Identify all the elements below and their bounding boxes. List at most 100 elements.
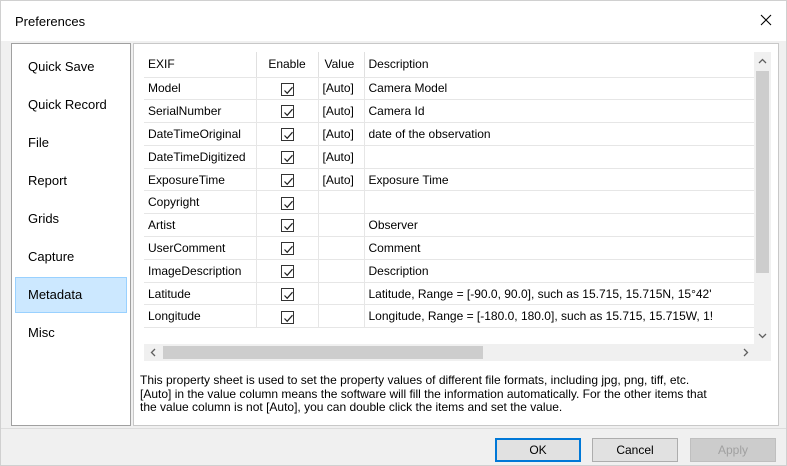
nav-item-capture[interactable]: Capture	[15, 239, 127, 275]
scroll-right-button[interactable]	[737, 344, 754, 361]
enable-checkbox[interactable]	[280, 264, 294, 278]
table-row[interactable]: SerialNumber [Auto] Camera Id	[144, 99, 754, 124]
close-button[interactable]	[750, 5, 782, 35]
chevron-up-icon	[758, 58, 767, 63]
description-cell[interactable]	[364, 145, 754, 169]
vertical-scrollbar[interactable]	[754, 52, 771, 344]
nav-item-metadata[interactable]: Metadata	[15, 277, 127, 313]
description-cell[interactable]: date of the observation	[364, 122, 754, 146]
value-cell[interactable]	[318, 236, 365, 260]
enable-checkbox[interactable]	[280, 105, 294, 119]
table-row[interactable]: Artist Observer	[144, 213, 754, 238]
enable-checkbox[interactable]	[280, 128, 294, 142]
scroll-down-button[interactable]	[754, 327, 771, 344]
cancel-button[interactable]: Cancel	[592, 438, 678, 462]
exif-name-cell[interactable]: Copyright	[144, 190, 257, 215]
vertical-scroll-thumb[interactable]	[756, 71, 769, 273]
table-row[interactable]: DateTimeDigitized [Auto]	[144, 145, 754, 169]
exif-name-cell[interactable]: DateTimeOriginal	[144, 122, 257, 146]
apply-button[interactable]: Apply	[690, 438, 776, 462]
column-header-value[interactable]: Value	[318, 52, 365, 78]
value-cell[interactable]: [Auto]	[318, 168, 365, 192]
description-cell[interactable]	[364, 190, 754, 215]
horizontal-scrollbar[interactable]	[144, 344, 754, 361]
category-list: Quick Save Quick Record File Report Grid…	[11, 43, 131, 426]
value-cell[interactable]	[318, 213, 365, 238]
ok-button[interactable]: OK	[495, 438, 581, 462]
exif-property-grid: EXIF Enable Value Description Model [Auto…	[144, 52, 754, 344]
enable-checkbox[interactable]	[280, 219, 294, 233]
close-icon	[760, 14, 772, 26]
preferences-dialog: Preferences Quick Save Quick Record File…	[0, 0, 787, 466]
description-cell[interactable]: Longitude, Range = [-180.0, 180.0], such…	[364, 304, 754, 329]
value-cell[interactable]	[318, 282, 365, 306]
chevron-left-icon	[150, 348, 155, 357]
checkmark-icon	[283, 200, 293, 208]
table-header-row: EXIF Enable Value Description	[144, 52, 754, 78]
value-cell[interactable]	[318, 304, 365, 329]
enable-cell	[256, 282, 319, 306]
footer-divider	[1, 428, 786, 429]
enable-cell	[256, 122, 319, 146]
enable-cell	[256, 77, 319, 101]
table-row[interactable]: ImageDescription Description	[144, 259, 754, 283]
table-row[interactable]: Longitude Longitude, Range = [-180.0, 180…	[144, 304, 754, 329]
exif-name-cell[interactable]: Artist	[144, 213, 257, 238]
enable-checkbox[interactable]	[280, 310, 294, 324]
exif-name-cell[interactable]: Latitude	[144, 282, 257, 306]
exif-name-cell[interactable]: SerialNumber	[144, 99, 257, 124]
enable-cell	[256, 168, 319, 192]
enable-checkbox[interactable]	[280, 82, 294, 96]
description-cell[interactable]: Observer	[364, 213, 754, 238]
table-row[interactable]: ExposureTime [Auto] Exposure Time	[144, 168, 754, 192]
enable-checkbox[interactable]	[280, 150, 294, 164]
description-cell[interactable]: Comment	[364, 236, 754, 260]
chevron-down-icon	[758, 333, 767, 338]
nav-item-grids[interactable]: Grids	[15, 201, 127, 237]
column-header-description[interactable]: Description	[364, 52, 754, 78]
enable-checkbox[interactable]	[280, 242, 294, 256]
horizontal-scroll-thumb[interactable]	[163, 346, 483, 359]
table-row[interactable]: DateTimeOriginal [Auto] date of the observ…	[144, 122, 754, 146]
chevron-right-icon	[743, 348, 748, 357]
table-row[interactable]: Latitude Latitude, Range = [-90.0, 90.0],…	[144, 282, 754, 306]
table-row[interactable]: Model [Auto] Camera Model	[144, 77, 754, 101]
enable-checkbox[interactable]	[280, 287, 294, 301]
table-row[interactable]: UserComment Comment	[144, 236, 754, 260]
description-cell[interactable]: Camera Model	[364, 77, 754, 101]
exif-name-cell[interactable]: Model	[144, 77, 257, 101]
value-cell[interactable]	[318, 190, 365, 215]
help-text: This property sheet is used to set the p…	[140, 373, 707, 415]
window-title: Preferences	[15, 14, 86, 29]
value-cell[interactable]: [Auto]	[318, 99, 365, 124]
nav-item-misc[interactable]: Misc	[15, 315, 127, 351]
column-header-enable[interactable]: Enable	[256, 52, 319, 78]
enable-cell	[256, 213, 319, 238]
exif-name-cell[interactable]: DateTimeDigitized	[144, 145, 257, 169]
description-cell[interactable]: Description	[364, 259, 754, 283]
column-header-exif[interactable]: EXIF	[144, 52, 257, 78]
description-cell[interactable]: Camera Id	[364, 99, 754, 124]
value-cell[interactable]: [Auto]	[318, 77, 365, 101]
value-cell[interactable]: [Auto]	[318, 122, 365, 146]
value-cell[interactable]: [Auto]	[318, 145, 365, 169]
enable-cell	[256, 145, 319, 169]
description-cell[interactable]: Latitude, Range = [-90.0, 90.0], such as…	[364, 282, 754, 306]
exif-name-cell[interactable]: ExposureTime	[144, 168, 257, 192]
nav-item-file[interactable]: File	[15, 125, 127, 161]
checkmark-icon	[283, 223, 293, 231]
exif-name-cell[interactable]: Longitude	[144, 304, 257, 329]
description-cell[interactable]: Exposure Time	[364, 168, 754, 192]
table-row[interactable]: Copyright	[144, 190, 754, 215]
value-cell[interactable]	[318, 259, 365, 283]
scroll-up-button[interactable]	[754, 52, 771, 69]
exif-name-cell[interactable]: UserComment	[144, 236, 257, 260]
scroll-left-button[interactable]	[144, 344, 161, 361]
enable-checkbox[interactable]	[280, 196, 294, 210]
exif-name-cell[interactable]: ImageDescription	[144, 259, 257, 283]
enable-checkbox[interactable]	[280, 173, 294, 187]
nav-item-report[interactable]: Report	[15, 163, 127, 199]
nav-item-quick-save[interactable]: Quick Save	[15, 49, 127, 85]
enable-cell	[256, 99, 319, 124]
nav-item-quick-record[interactable]: Quick Record	[15, 87, 127, 123]
